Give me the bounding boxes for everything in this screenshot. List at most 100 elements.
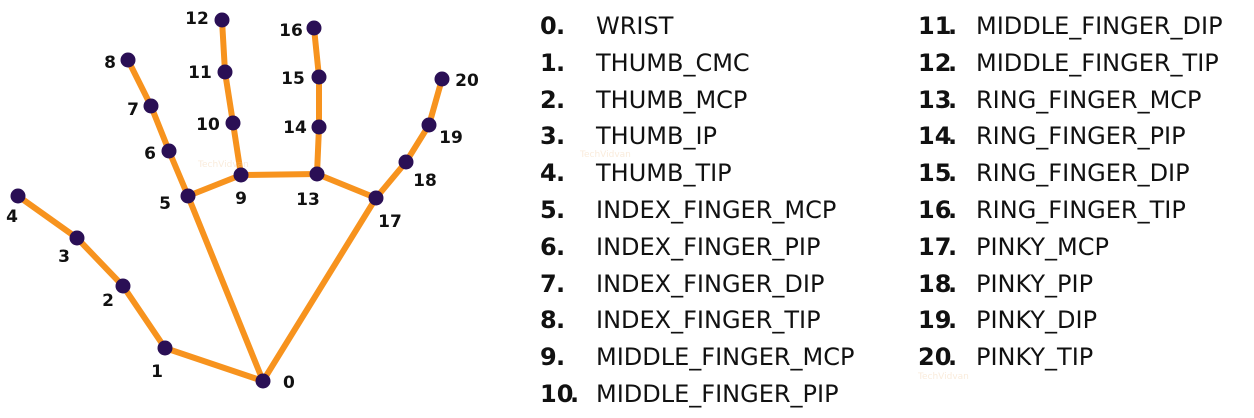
legend-dot: . [556, 306, 566, 335]
landmark-point-12 [214, 12, 230, 28]
legend-number: 5 [540, 196, 557, 224]
watermark: TechVidvan [198, 160, 249, 170]
legend-dot: . [948, 232, 958, 261]
landmark-number-9: 9 [235, 189, 247, 209]
landmark-number-18: 18 [413, 171, 437, 191]
legend-number: 13 [918, 85, 952, 114]
landmark-number-16: 16 [279, 21, 303, 41]
connection-2-3 [74, 235, 126, 289]
legend-number: 6 [540, 232, 557, 261]
legend-name: MIDDLE_FINGER_TIP [976, 48, 1219, 77]
landmark-point-7 [143, 98, 159, 114]
legend-dot: . [556, 343, 566, 372]
legend-number: 10 [540, 380, 574, 408]
legend-number: 8 [540, 306, 557, 335]
landmark-number-19: 19 [439, 128, 463, 148]
landmark-point-14 [311, 119, 327, 135]
legend-dot: . [948, 196, 958, 224]
legend-number: 12 [918, 48, 952, 77]
landmark-point-17 [368, 190, 384, 206]
landmark-point-6 [161, 143, 177, 159]
landmark-number-10: 10 [196, 115, 220, 135]
landmark-number-15: 15 [281, 69, 305, 89]
legend-dot: . [948, 12, 958, 40]
legend-name: WRIST [596, 12, 674, 40]
legend-name: PINKY_PIP [976, 269, 1094, 298]
landmark-number-1: 1 [151, 362, 163, 382]
landmark-number-11: 11 [188, 63, 212, 83]
legend-name: MIDDLE_FINGER_DIP [976, 12, 1223, 40]
legend-dot: . [948, 85, 958, 114]
landmark-number-17: 17 [378, 212, 402, 232]
legend-dot: . [948, 159, 958, 188]
legend-name: PINKY_DIP [976, 306, 1098, 335]
connection-0-1 [162, 345, 266, 384]
legend-number: 2 [540, 85, 557, 114]
landmark-point-4 [10, 188, 26, 204]
legend-number: 20 [918, 343, 952, 372]
connection-0-17 [260, 195, 379, 384]
legend-name: THUMB_TIP [596, 159, 732, 188]
legend-name: RING_FINGER_TIP [976, 196, 1186, 224]
connection-10-11 [222, 69, 236, 126]
legend-name: RING_FINGER_PIP [976, 122, 1186, 151]
connection-9-13 [238, 171, 320, 178]
landmark-number-7: 7 [127, 100, 139, 120]
legend-name: PINKY_MCP [976, 232, 1109, 261]
legend-number: 7 [540, 269, 557, 298]
legend-dot: . [556, 232, 566, 261]
landmark-point-5 [180, 188, 196, 204]
legend-number: 14 [918, 122, 952, 151]
legend-dot: . [570, 380, 580, 408]
legend-name: INDEX_FINGER_MCP [596, 196, 837, 224]
landmark-number-5: 5 [159, 194, 171, 214]
legend-dot: . [948, 48, 958, 77]
connection-5-9 [185, 172, 244, 199]
legend-name: INDEX_FINGER_DIP [596, 269, 825, 298]
legend-name: INDEX_FINGER_PIP [596, 232, 821, 261]
legend-name: THUMB_IP [596, 122, 717, 151]
connection-11-12 [219, 17, 228, 75]
legend-number: 17 [918, 232, 952, 261]
legend-name: RING_FINGER_MCP [976, 85, 1202, 114]
connection-13-17 [314, 171, 379, 201]
legend-number: 15 [918, 159, 952, 188]
legend-number: 11 [918, 12, 952, 40]
legend-dot: . [556, 269, 566, 298]
landmark-point-11 [217, 64, 233, 80]
legend-number: 1 [540, 48, 557, 77]
landmark-number-4: 4 [6, 207, 18, 227]
legend-number: 4 [540, 159, 557, 188]
connection-3-4 [15, 193, 80, 241]
legend-number: 3 [540, 122, 557, 151]
legend-name: RING_FINGER_DIP [976, 159, 1190, 188]
landmark-number-3: 3 [58, 247, 70, 267]
landmark-number-20: 20 [455, 71, 479, 91]
legend-name: THUMB_MCP [596, 85, 748, 114]
landmark-legend-right: 11. MIDDLE_FINGER_DIP 12. MIDDLE_FINGER_TIP… [918, 8, 1248, 418]
legend-dot: . [556, 48, 566, 77]
legend-name: INDEX_FINGER_TIP [596, 306, 821, 335]
legend-name: MIDDLE_FINGER_MCP [596, 343, 855, 372]
connection-0-5 [185, 193, 266, 384]
legend-name: THUMB_CMC [596, 48, 750, 77]
legend-name: MIDDLE_FINGER_PIP [596, 380, 839, 408]
legend-dot: . [948, 343, 958, 372]
landmark-point-8 [120, 52, 136, 68]
legend-dot: . [556, 196, 566, 224]
legend-number: 19 [918, 306, 952, 335]
legend-number: 0 [540, 12, 557, 40]
landmark-number-14: 14 [283, 118, 307, 138]
landmark-point-18 [398, 154, 414, 170]
legend-dot: . [948, 122, 958, 151]
landmark-point-3 [69, 230, 85, 246]
legend-dot: . [556, 12, 566, 40]
landmark-point-20 [434, 71, 450, 87]
legend-number: 16 [918, 196, 952, 224]
landmark-number-0: 0 [283, 373, 295, 393]
landmark-point-10 [225, 115, 241, 131]
hand-landmark-diagram: 01234567891011121314151617181920 [6, 9, 479, 393]
legend-dot: . [556, 122, 566, 151]
landmark-number-12: 12 [185, 9, 209, 29]
landmark-number-2: 2 [102, 291, 114, 311]
